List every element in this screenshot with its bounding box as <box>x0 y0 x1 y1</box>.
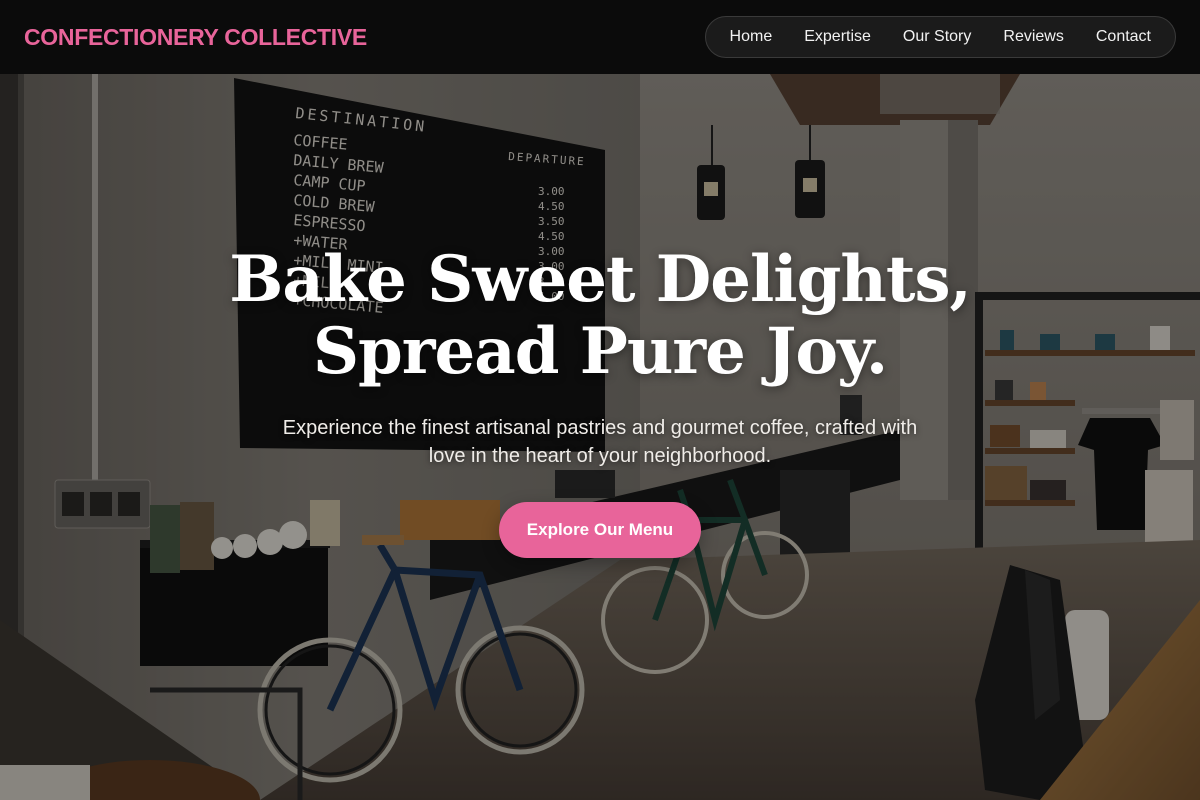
nav-reviews-link[interactable]: Reviews <box>987 17 1079 57</box>
hero-section: Bake Sweet Delights, Spread Pure Joy. Ex… <box>0 244 1200 558</box>
hero-subtitle: Experience the finest artisanal pastries… <box>282 417 918 467</box>
nav-contact-link[interactable]: Contact <box>1080 17 1167 57</box>
hero-title-line-2: Spread Pure Joy. <box>312 314 888 389</box>
brand-logo-text[interactable]: CONFECTIONERY COLLECTIVE <box>24 24 367 51</box>
hero-title-line-1: Bake Sweet Delights, <box>229 242 972 317</box>
nav-home-link[interactable]: Home <box>714 17 789 57</box>
nav-our-story-link[interactable]: Our Story <box>887 17 987 57</box>
main-nav: Home Expertise Our Story Reviews Contact <box>704 16 1176 58</box>
top-navigation-bar: CONFECTIONERY COLLECTIVE Home Expertise … <box>0 0 1200 74</box>
explore-menu-button[interactable]: Explore Our Menu <box>499 502 701 558</box>
hero-title: Bake Sweet Delights, Spread Pure Joy. <box>0 244 1200 388</box>
nav-expertise-link[interactable]: Expertise <box>788 17 887 57</box>
